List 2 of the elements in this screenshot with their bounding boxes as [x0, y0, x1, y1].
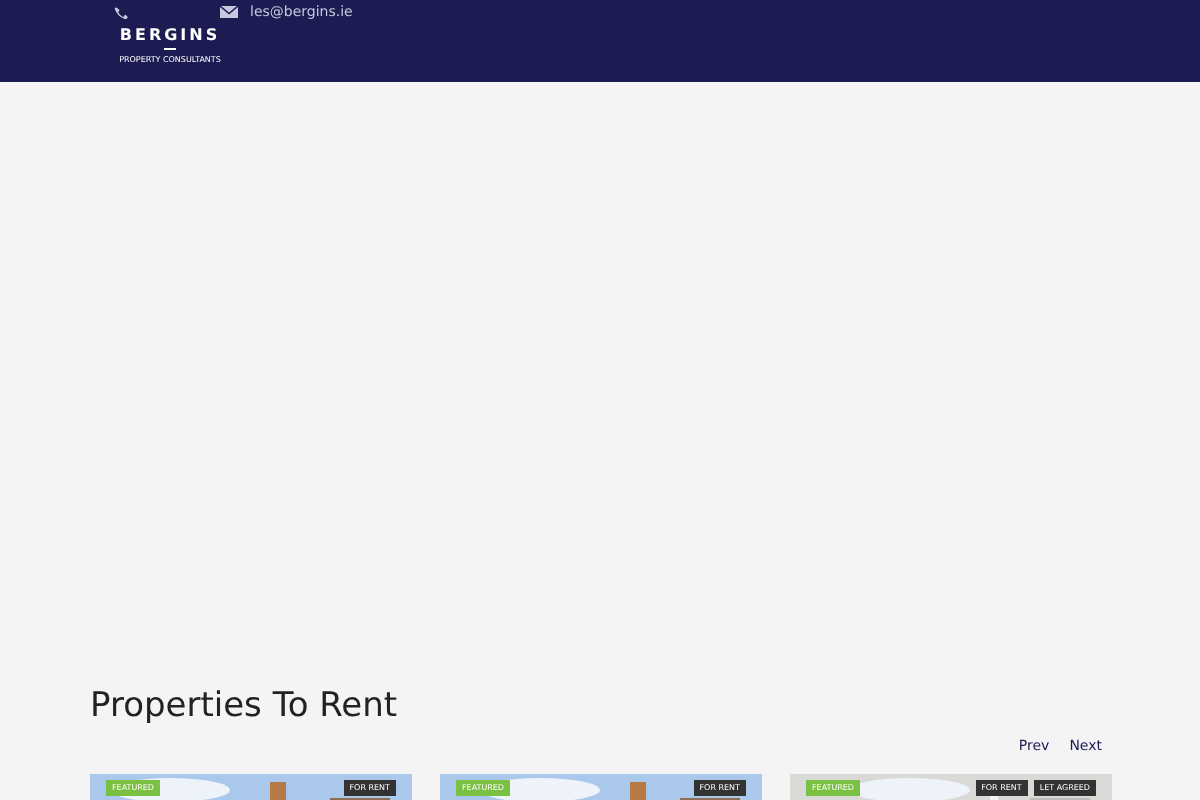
- logo-name: BERGINS: [119, 25, 221, 43]
- section-title: Properties To Rent: [90, 684, 400, 730]
